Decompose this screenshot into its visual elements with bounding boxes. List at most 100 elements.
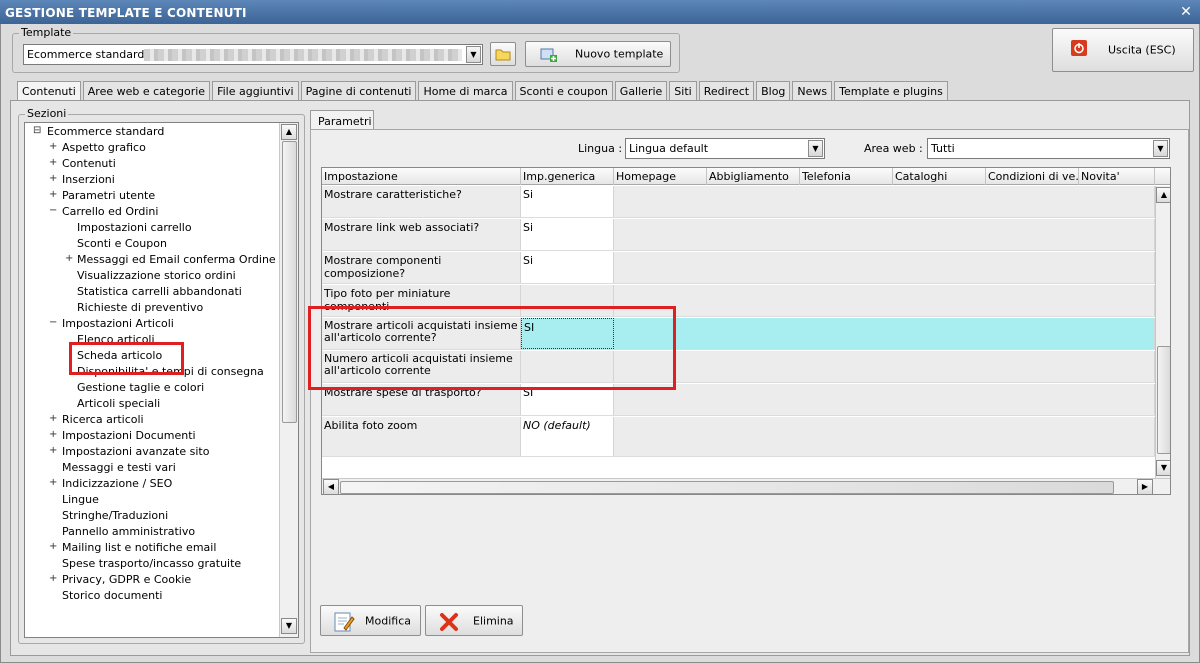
tree-item[interactable]: Sconti e Coupon [77,237,167,251]
setting-value[interactable] [521,351,614,382]
delete-button[interactable]: Elimina [425,605,523,636]
table-row[interactable]: Mostrare link web associati? Si [322,219,1155,251]
lingua-select[interactable]: Lingua default ▼ [625,138,825,159]
new-template-button[interactable]: Nuovo template [525,41,671,67]
grid-hscrollbar[interactable]: ◀ ▶ [322,478,1170,494]
scroll-left-icon[interactable]: ◀ [323,479,339,494]
tree-item[interactable]: Mailing list e notifiche email [62,541,216,555]
col-header[interactable]: Imp.generica [521,168,614,185]
scroll-down-icon[interactable]: ▼ [281,618,297,634]
col-header[interactable]: Telefonia [800,168,893,185]
tab-news[interactable]: News [792,81,833,101]
tab-gallerie[interactable]: Gallerie [614,81,668,101]
col-header[interactable]: Homepage [614,168,707,185]
exit-button[interactable]: Uscita (ESC) [1052,28,1194,72]
expand-icon[interactable]: + [65,253,73,264]
tab-home-marca[interactable]: Home di marca [418,81,513,101]
tab-aree-web[interactable]: Aree web e categorie [82,81,211,101]
tree-item[interactable]: Visualizzazione storico ordini [77,269,236,283]
expand-icon[interactable]: + [49,429,57,440]
tree-item[interactable]: Aspetto grafico [62,141,146,155]
modify-button[interactable]: Modifica [320,605,421,636]
tree-item[interactable]: Inserzioni [62,173,115,187]
tree-item-selected[interactable]: Scheda articolo [77,349,162,363]
setting-value[interactable]: Si [521,219,614,250]
expand-icon[interactable]: + [49,141,57,152]
scroll-up-icon[interactable]: ▲ [1156,187,1170,203]
collapse-icon[interactable]: − [49,317,57,328]
tree-item[interactable]: Impostazioni carrello [77,221,192,235]
scroll-thumb[interactable] [1157,346,1170,454]
expand-icon[interactable]: + [49,157,57,168]
tree-item[interactable]: Messaggi ed Email conferma Ordine [77,253,276,267]
tab-siti[interactable]: Siti [669,81,697,101]
setting-value[interactable]: SI [521,318,614,349]
scroll-down-icon[interactable]: ▼ [1156,460,1170,476]
tab-blog[interactable]: Blog [756,81,791,101]
scroll-up-icon[interactable]: ▲ [281,124,297,140]
expand-icon[interactable]: + [49,445,57,456]
tree-item[interactable]: Storico documenti [62,589,162,603]
chevron-down-icon[interactable]: ▼ [808,140,823,157]
tab-sconti-coupon[interactable]: Sconti e coupon [514,81,613,101]
expand-icon[interactable]: + [49,573,57,584]
tree-item[interactable]: Contenuti [62,157,116,171]
tab-parametri[interactable]: Parametri [310,110,374,130]
tree-item[interactable]: Ecommerce standard [47,125,164,139]
table-row[interactable]: Mostrare componenti composizione? Si [322,252,1155,284]
tree-item[interactable]: Spese trasporto/incasso gratuite [62,557,241,571]
chevron-down-icon[interactable]: ▼ [466,46,481,63]
tree-item[interactable]: Richieste di preventivo [77,301,203,315]
tree-item[interactable]: Gestione taglie e colori [77,381,204,395]
tree-item[interactable]: Parametri utente [62,189,155,203]
area-web-select[interactable]: Tutti ▼ [927,138,1170,159]
tree-item[interactable]: Stringhe/Traduzioni [62,509,168,523]
collapse-icon[interactable]: − [49,205,57,216]
tree-item[interactable]: Impostazioni Articoli [62,317,174,331]
tree-item[interactable]: Privacy, GDPR e Cookie [62,573,191,587]
expand-icon[interactable]: + [49,189,57,200]
col-header[interactable]: Condizioni di ve... [986,168,1079,185]
open-folder-button[interactable] [490,42,516,66]
tree-item[interactable]: Statistica carrelli abbandonati [77,285,242,299]
col-header[interactable]: Abbigliamento [707,168,800,185]
setting-value[interactable]: Si [521,186,614,217]
setting-value[interactable]: NO (default) [521,417,614,456]
tab-redirect[interactable]: Redirect [698,81,755,101]
table-row[interactable]: Mostrare spese di trasporto? SI [322,384,1155,416]
table-row[interactable]: Tipo foto per miniature componenti [322,285,1155,317]
tree-item[interactable]: Indicizzazione / SEO [62,477,172,491]
tree-item[interactable]: Pannello amministrativo [62,525,195,539]
tab-pagine-contenuti[interactable]: Pagine di contenuti [300,81,417,101]
collapse-icon[interactable]: ⊟ [33,125,41,136]
chevron-down-icon[interactable]: ▼ [1153,140,1168,157]
tree-item[interactable]: Disponibilita' e tempi di consegna [77,365,264,379]
tree-item[interactable]: Ricerca articoli [62,413,144,427]
tree-item[interactable]: Carrello ed Ordini [62,205,158,219]
tab-template-plugins[interactable]: Template e plugins [834,81,948,101]
tab-file-aggiuntivi[interactable]: File aggiuntivi [212,81,299,101]
table-row[interactable]: Numero articoli acquistati insieme all'a… [322,351,1155,383]
scroll-thumb[interactable] [282,141,297,423]
table-row[interactable]: Abilita foto zoom NO (default) [322,417,1155,457]
template-select[interactable]: Ecommerce standard ▼ [23,44,483,65]
tree-item[interactable]: Impostazioni avanzate sito [62,445,209,459]
expand-icon[interactable]: + [49,477,57,488]
expand-icon[interactable]: + [49,173,57,184]
col-header[interactable]: Cataloghi [893,168,986,185]
tree-item[interactable]: Articoli speciali [77,397,160,411]
scroll-right-icon[interactable]: ▶ [1137,479,1153,494]
setting-value[interactable] [521,285,614,316]
tree-item[interactable]: Impostazioni Documenti [62,429,196,443]
table-row[interactable]: Mostrare caratteristiche? Si [322,186,1155,218]
tree-item[interactable]: Lingue [62,493,99,507]
setting-value[interactable]: Si [521,252,614,283]
expand-icon[interactable]: + [49,413,57,424]
tree-item[interactable]: Elenco articoli [77,333,155,347]
tree-item[interactable]: Messaggi e testi vari [62,461,176,475]
table-row-selected[interactable]: Mostrare articoli acquistati insieme all… [322,318,1155,350]
scroll-thumb[interactable] [340,481,1114,494]
expand-icon[interactable]: + [49,541,57,552]
grid-vscrollbar[interactable]: ▲ ▼ [1155,186,1170,478]
col-header[interactable]: Impostazione [322,168,521,185]
